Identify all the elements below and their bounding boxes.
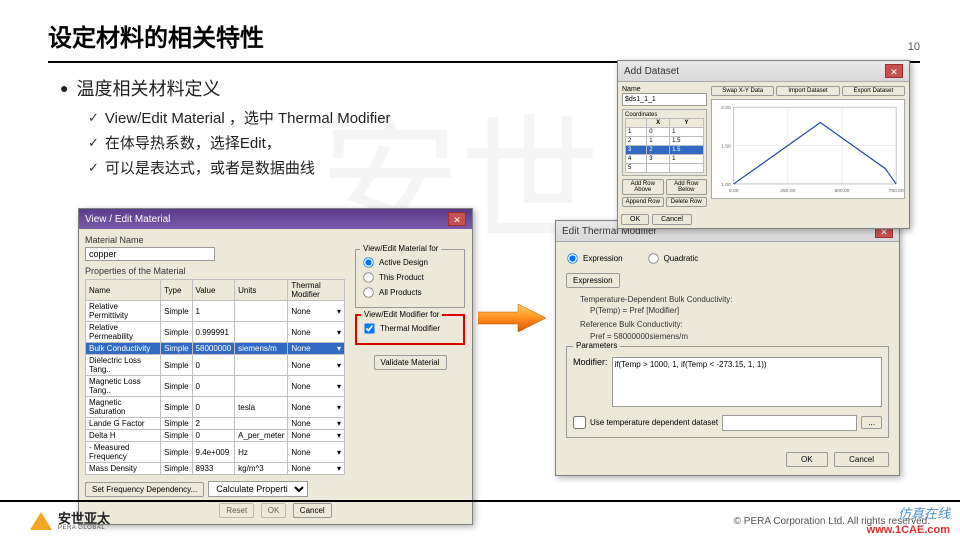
- slide-footer: 安世亚太 PERA GLOBAL © PERA Corporation Ltd.…: [0, 500, 960, 540]
- column-header[interactable]: Thermal Modifier: [288, 280, 345, 301]
- column-header[interactable]: Name: [86, 280, 161, 301]
- modifier-for-group: View/Edit Modifier for Thermal Modifier: [355, 314, 465, 345]
- use-dataset-checkbox[interactable]: [573, 416, 586, 429]
- radio-expression[interactable]: Expression: [566, 252, 623, 265]
- page-title: 设定材料的相关特性: [48, 18, 264, 53]
- svg-text:2.00: 2.00: [721, 105, 731, 111]
- dataset-name-label: Name: [622, 86, 707, 93]
- dataset-action-button[interactable]: Swap X-Y Data: [711, 86, 774, 96]
- row-action-button[interactable]: Add Row Above: [622, 179, 664, 195]
- svg-text:750.00: 750.00: [889, 188, 904, 194]
- table-row[interactable]: Relative PermittivitySimple1None ▾: [86, 301, 345, 322]
- table-row[interactable]: Bulk ConductivitySimple58000000siemens/m…: [86, 343, 345, 355]
- dataset-path-input[interactable]: [722, 415, 857, 431]
- table-row[interactable]: 101: [626, 128, 704, 137]
- radio-active-design[interactable]: Active Design: [362, 256, 458, 269]
- dataset-action-button[interactable]: Import Dataset: [776, 86, 839, 96]
- view-for-legend: View/Edit Material for: [360, 244, 441, 253]
- ok-button[interactable]: OK: [621, 214, 649, 225]
- radio-this-product[interactable]: This Product: [362, 271, 458, 284]
- pera-logo: 安世亚太 PERA GLOBAL: [30, 512, 110, 531]
- table-row[interactable]: Magnetic Loss Tang..Simple0None ▾: [86, 376, 345, 397]
- table-row[interactable]: Delta HSimple0A_per_meterNone ▾: [86, 430, 345, 442]
- svg-text:1.50: 1.50: [721, 144, 731, 150]
- set-frequency-button[interactable]: Set Frequency Dependency...: [85, 482, 204, 497]
- table-row[interactable]: 431: [626, 155, 704, 164]
- radio-all-products[interactable]: All Products: [362, 286, 458, 299]
- page-number: 10: [908, 41, 920, 53]
- table-row[interactable]: Dielectric Loss Tang..Simple0None ▾: [86, 355, 345, 376]
- svg-text:0.00: 0.00: [729, 188, 739, 194]
- modifier-input[interactable]: if(Temp > 1000, 1, if(Temp < -273.15, 1,…: [612, 357, 882, 407]
- svg-text:1.00: 1.00: [721, 182, 731, 188]
- info-text-1: Temperature-Dependent Bulk Conductivity:…: [580, 294, 889, 316]
- column-header[interactable]: Value: [192, 280, 235, 301]
- coordinates-table[interactable]: XY 101211.5321.54315: [625, 118, 704, 173]
- material-name-input[interactable]: [85, 247, 215, 261]
- dialog-title: Add Dataset: [624, 66, 679, 77]
- edit-thermal-modifier-dialog: Edit Thermal Modifier ✕ Expression Quadr…: [555, 220, 900, 476]
- modifier-for-legend: View/Edit Modifier for: [361, 310, 442, 319]
- ok-button[interactable]: OK: [786, 452, 828, 467]
- thermal-modifier-checkbox[interactable]: Thermal Modifier: [363, 322, 457, 335]
- row-action-button[interactable]: Append Row: [622, 197, 664, 207]
- validate-material-button[interactable]: Validate Material: [374, 355, 447, 370]
- row-action-button[interactable]: Add Row Below: [666, 179, 708, 195]
- close-icon[interactable]: ✕: [885, 64, 903, 78]
- svg-text:500.00: 500.00: [834, 188, 849, 194]
- column-header[interactable]: Type: [161, 280, 192, 301]
- cancel-button[interactable]: Cancel: [652, 214, 692, 225]
- parameters-legend: Parameters: [573, 341, 620, 350]
- table-row[interactable]: Relative PermeabilitySimple0.999991None …: [86, 322, 345, 343]
- row-action-button[interactable]: Delete Row: [666, 197, 708, 207]
- expression-button[interactable]: Expression: [566, 273, 620, 288]
- table-row[interactable]: Magnetic SaturationSimple0teslaNone ▾: [86, 397, 345, 418]
- table-row[interactable]: Mass DensitySimple8933kg/m^3None ▾: [86, 463, 345, 475]
- use-dataset-label: Use temperature dependent dataset: [590, 418, 718, 427]
- slide-header: 设定材料的相关特性 10: [0, 0, 960, 61]
- table-row[interactable]: 5: [626, 164, 704, 173]
- dialog-titlebar[interactable]: View / Edit Material ✕: [79, 209, 472, 229]
- dataset-action-button[interactable]: Export Dataset: [842, 86, 905, 96]
- table-row[interactable]: Lande G FactorSimple2None ▾: [86, 418, 345, 430]
- close-icon[interactable]: ✕: [448, 212, 466, 226]
- table-row[interactable]: - Measured FrequencySimple9.4e+009HzNone…: [86, 442, 345, 463]
- browse-button[interactable]: ...: [861, 416, 882, 429]
- dialog-title: View / Edit Material: [85, 214, 170, 225]
- svg-text:250.00: 250.00: [780, 188, 795, 194]
- modifier-label: Modifier:: [573, 357, 608, 367]
- column-header[interactable]: Units: [235, 280, 288, 301]
- view-edit-material-dialog: View / Edit Material ✕ Material Name Pro…: [78, 208, 473, 525]
- table-row[interactable]: 321.5: [626, 146, 704, 155]
- calculate-properties-select[interactable]: Calculate Properties for: [208, 481, 308, 497]
- dialog-titlebar[interactable]: Add Dataset ✕: [618, 61, 909, 82]
- logo-triangle-icon: [30, 512, 52, 530]
- dataset-chart: 0.00 250.00 500.00 750.00 1.00 1.50 2.00: [711, 99, 905, 199]
- radio-quadratic[interactable]: Quadratic: [647, 252, 699, 265]
- watermark-url: www.1CAE.com: [867, 524, 950, 536]
- arrow-icon: [478, 302, 548, 334]
- watermark-text: 仿真在线: [898, 503, 950, 522]
- dataset-name-input[interactable]: $ds1_1_1: [622, 93, 707, 106]
- table-row[interactable]: 211.5: [626, 137, 704, 146]
- add-dataset-dialog: Add Dataset ✕ Name $ds1_1_1 Coordinates …: [617, 60, 910, 229]
- info-text-2: Reference Bulk Conductivity:Pref = 58000…: [580, 319, 889, 341]
- cancel-button[interactable]: Cancel: [834, 452, 889, 467]
- material-properties-table[interactable]: NameTypeValueUnitsThermal Modifier Relat…: [85, 279, 345, 475]
